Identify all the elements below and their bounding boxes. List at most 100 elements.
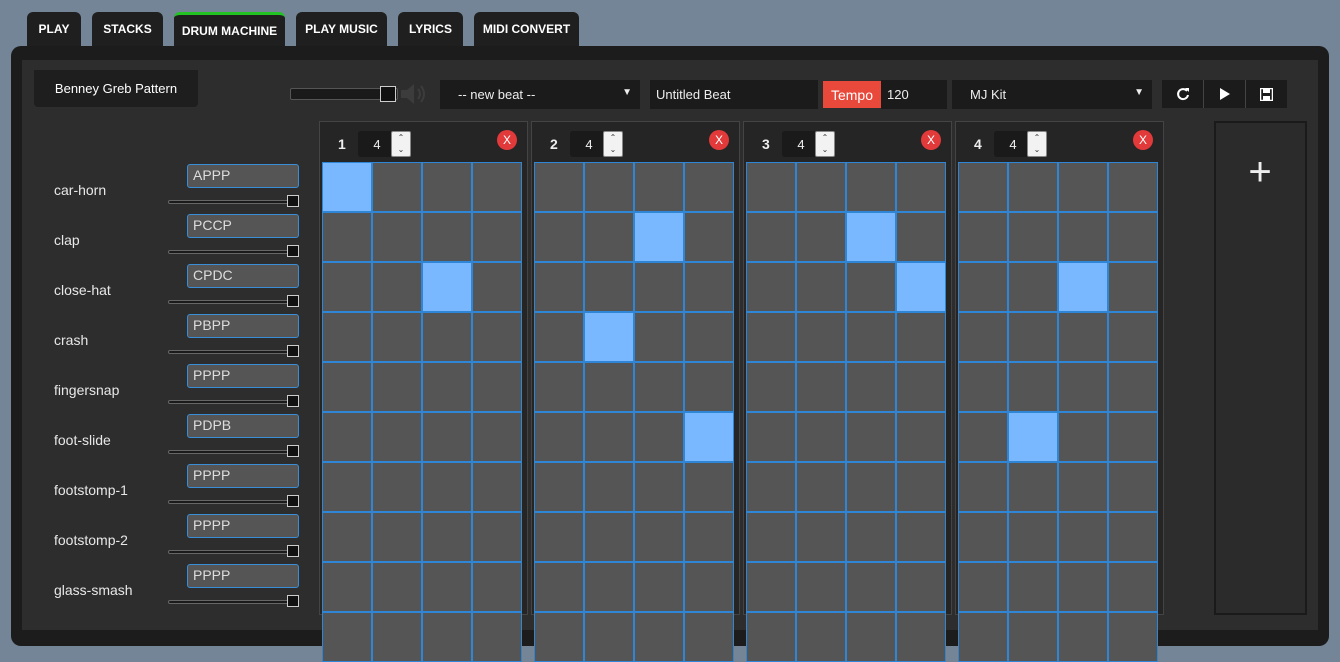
step-cell[interactable] bbox=[634, 612, 684, 662]
step-cell[interactable] bbox=[846, 162, 896, 212]
step-cell[interactable] bbox=[746, 562, 796, 612]
step-cell[interactable] bbox=[422, 212, 472, 262]
step-cell[interactable] bbox=[1008, 612, 1058, 662]
step-cell[interactable] bbox=[746, 162, 796, 212]
track-volume-handle[interactable] bbox=[287, 295, 299, 307]
step-cell[interactable] bbox=[634, 312, 684, 362]
step-cell[interactable] bbox=[1058, 512, 1108, 562]
step-cell[interactable] bbox=[634, 562, 684, 612]
step-cell[interactable] bbox=[958, 462, 1008, 512]
track-volume-handle[interactable] bbox=[287, 595, 299, 607]
step-cell[interactable] bbox=[796, 162, 846, 212]
step-cell[interactable] bbox=[534, 562, 584, 612]
step-cell[interactable] bbox=[534, 312, 584, 362]
track-pattern-input[interactable]: PPPP bbox=[187, 464, 299, 488]
step-cell[interactable] bbox=[896, 562, 946, 612]
step-cell[interactable] bbox=[796, 262, 846, 312]
step-cell[interactable] bbox=[534, 512, 584, 562]
step-cell[interactable] bbox=[684, 612, 734, 662]
chevron-down-icon[interactable]: ⌄ bbox=[816, 144, 834, 156]
track-volume-handle[interactable] bbox=[287, 245, 299, 257]
step-cell[interactable] bbox=[372, 412, 422, 462]
step-cell[interactable] bbox=[584, 362, 634, 412]
step-cell[interactable] bbox=[958, 162, 1008, 212]
tab-play-music[interactable]: PLAY MUSIC bbox=[296, 12, 387, 46]
step-cell[interactable] bbox=[422, 462, 472, 512]
step-cell[interactable] bbox=[322, 462, 372, 512]
step-cell[interactable] bbox=[846, 612, 896, 662]
step-cell[interactable] bbox=[534, 262, 584, 312]
beats-stepper[interactable]: ⌃ ⌄ bbox=[603, 131, 623, 157]
step-cell[interactable] bbox=[796, 362, 846, 412]
step-cell[interactable] bbox=[322, 612, 372, 662]
step-cell[interactable] bbox=[422, 262, 472, 312]
step-cell[interactable] bbox=[322, 212, 372, 262]
track-volume-slider[interactable] bbox=[168, 450, 298, 454]
step-cell[interactable] bbox=[584, 612, 634, 662]
step-cell[interactable] bbox=[1108, 262, 1158, 312]
step-cell[interactable] bbox=[372, 312, 422, 362]
play-button[interactable] bbox=[1204, 80, 1246, 108]
step-cell[interactable] bbox=[422, 512, 472, 562]
step-cell[interactable] bbox=[958, 612, 1008, 662]
step-cell[interactable] bbox=[322, 262, 372, 312]
chevron-down-icon[interactable]: ⌄ bbox=[1028, 144, 1046, 156]
beats-stepper[interactable]: ⌃ ⌄ bbox=[815, 131, 835, 157]
track-pattern-input[interactable]: APPP bbox=[187, 164, 299, 188]
track-pattern-input[interactable]: PDPB bbox=[187, 414, 299, 438]
step-cell[interactable] bbox=[746, 362, 796, 412]
step-cell[interactable] bbox=[846, 412, 896, 462]
step-cell[interactable] bbox=[896, 462, 946, 512]
tab-stacks[interactable]: STACKS bbox=[92, 12, 163, 46]
step-cell[interactable] bbox=[684, 412, 734, 462]
step-cell[interactable] bbox=[1108, 562, 1158, 612]
step-cell[interactable] bbox=[684, 512, 734, 562]
step-cell[interactable] bbox=[958, 562, 1008, 612]
step-cell[interactable] bbox=[634, 412, 684, 462]
step-cell[interactable] bbox=[584, 312, 634, 362]
step-cell[interactable] bbox=[796, 612, 846, 662]
step-cell[interactable] bbox=[322, 562, 372, 612]
step-cell[interactable] bbox=[422, 412, 472, 462]
step-cell[interactable] bbox=[1108, 512, 1158, 562]
step-cell[interactable] bbox=[584, 162, 634, 212]
tab-drum-machine[interactable]: DRUM MACHINE bbox=[174, 12, 285, 46]
tab-midi-convert[interactable]: MIDI CONVERT bbox=[474, 12, 579, 46]
step-cell[interactable] bbox=[746, 512, 796, 562]
step-cell[interactable] bbox=[472, 262, 522, 312]
step-cell[interactable] bbox=[472, 562, 522, 612]
step-cell[interactable] bbox=[472, 512, 522, 562]
track-volume-slider[interactable] bbox=[168, 250, 298, 254]
step-cell[interactable] bbox=[322, 362, 372, 412]
track-volume-handle[interactable] bbox=[287, 495, 299, 507]
step-cell[interactable] bbox=[534, 612, 584, 662]
step-cell[interactable] bbox=[584, 562, 634, 612]
step-cell[interactable] bbox=[472, 462, 522, 512]
track-volume-handle[interactable] bbox=[287, 545, 299, 557]
step-cell[interactable] bbox=[958, 512, 1008, 562]
step-cell[interactable] bbox=[746, 262, 796, 312]
tab-lyrics[interactable]: LYRICS bbox=[398, 12, 463, 46]
step-cell[interactable] bbox=[472, 412, 522, 462]
kit-select[interactable]: MJ Kit ▼ bbox=[952, 80, 1152, 109]
step-cell[interactable] bbox=[1108, 162, 1158, 212]
step-cell[interactable] bbox=[372, 562, 422, 612]
step-cell[interactable] bbox=[372, 362, 422, 412]
step-cell[interactable] bbox=[1058, 262, 1108, 312]
step-cell[interactable] bbox=[534, 212, 584, 262]
step-cell[interactable] bbox=[422, 362, 472, 412]
step-cell[interactable] bbox=[896, 212, 946, 262]
step-cell[interactable] bbox=[1058, 562, 1108, 612]
step-cell[interactable] bbox=[896, 412, 946, 462]
step-cell[interactable] bbox=[846, 362, 896, 412]
step-cell[interactable] bbox=[472, 312, 522, 362]
track-volume-slider[interactable] bbox=[168, 350, 298, 354]
step-cell[interactable] bbox=[684, 262, 734, 312]
step-cell[interactable] bbox=[796, 512, 846, 562]
step-cell[interactable] bbox=[1058, 312, 1108, 362]
step-cell[interactable] bbox=[896, 312, 946, 362]
step-cell[interactable] bbox=[422, 562, 472, 612]
step-cell[interactable] bbox=[1108, 462, 1158, 512]
step-cell[interactable] bbox=[1108, 212, 1158, 262]
chevron-down-icon[interactable]: ⌄ bbox=[392, 144, 410, 156]
